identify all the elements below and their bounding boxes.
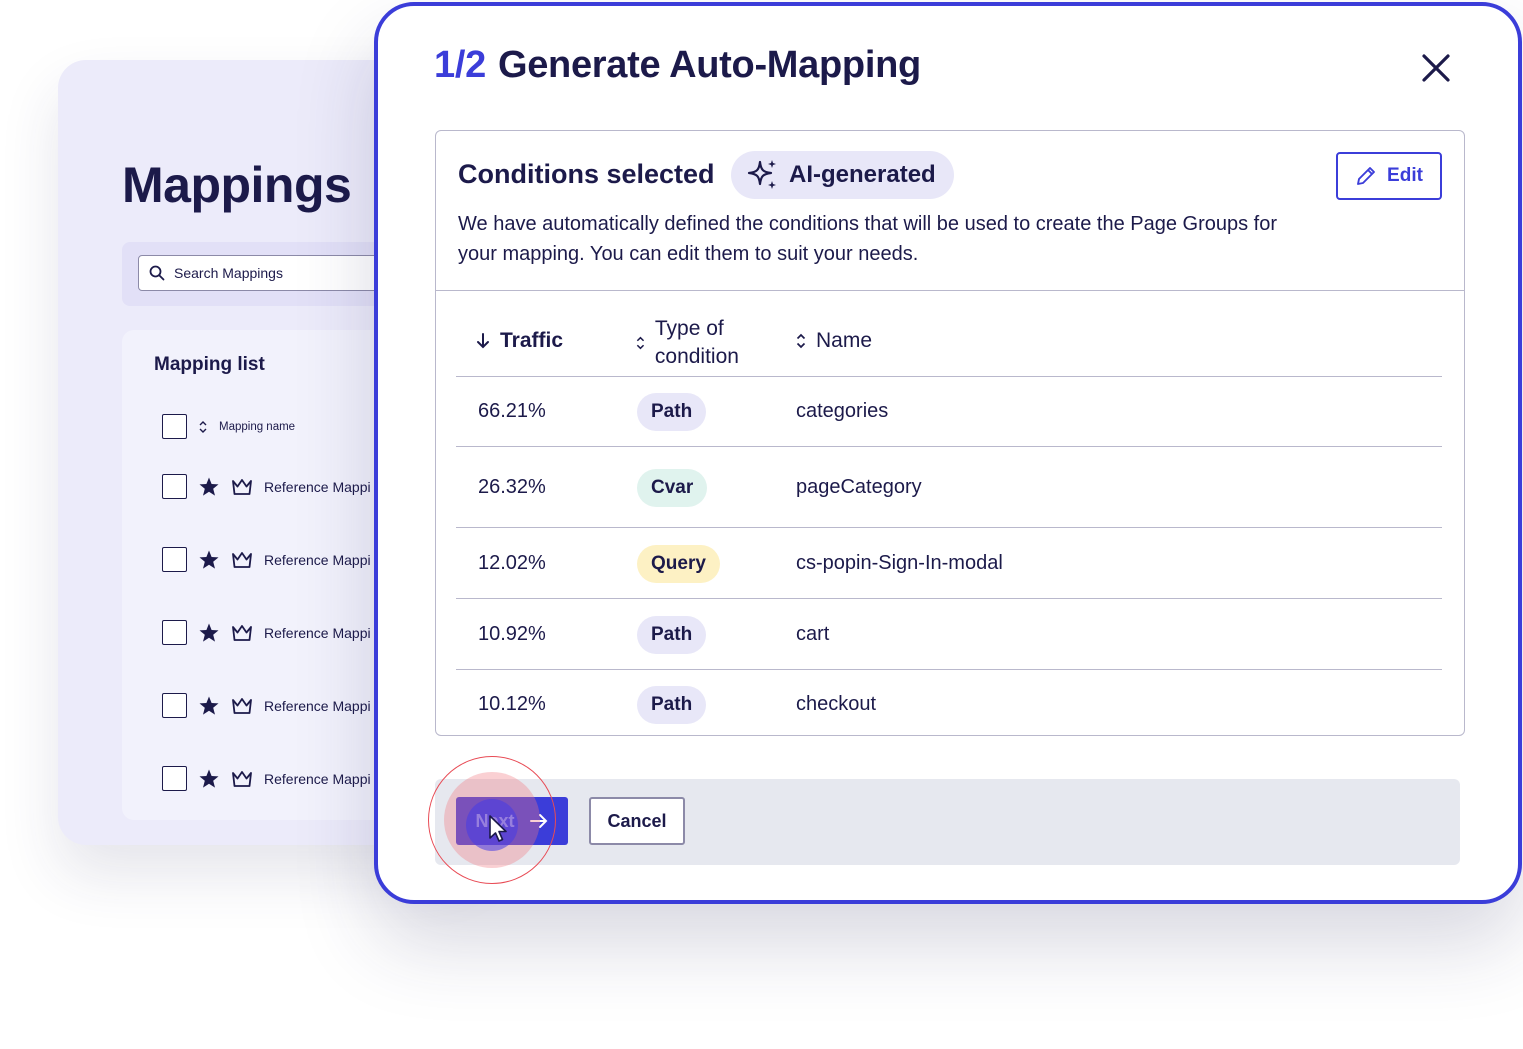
auto-mapping-modal: 1/2 Generate Auto-Mapping Conditions sele… bbox=[374, 2, 1522, 904]
star-icon[interactable] bbox=[198, 695, 220, 717]
edit-label: Edit bbox=[1387, 165, 1423, 186]
mapping-name: Reference Mappi bbox=[264, 624, 371, 641]
traffic-cell: 66.21% bbox=[478, 400, 546, 422]
condition-name-cell: categories bbox=[796, 400, 889, 422]
table-row[interactable]: 26.32% Cvar pageCategory bbox=[456, 447, 1442, 528]
sparkle-icon bbox=[747, 160, 776, 189]
list-item[interactable]: Reference Mappi bbox=[162, 474, 371, 499]
table-header: Traffic Type of condition Name bbox=[456, 291, 1442, 377]
conditions-header: Conditions selected AI-generated Edit We… bbox=[436, 131, 1464, 291]
condition-name-cell: pageCategory bbox=[796, 475, 922, 498]
row-checkbox[interactable] bbox=[162, 620, 187, 645]
ai-generated-label: AI-generated bbox=[789, 161, 936, 188]
close-icon[interactable] bbox=[1418, 50, 1454, 86]
cancel-label: Cancel bbox=[607, 810, 667, 831]
pencil-icon bbox=[1357, 167, 1375, 185]
mapping-name: Reference Mappi bbox=[264, 551, 371, 568]
table-row[interactable]: 10.12% Path checkout bbox=[456, 670, 1442, 735]
condition-type-cell: Path bbox=[637, 686, 707, 724]
table-row[interactable]: 10.92% Path cart bbox=[456, 599, 1442, 670]
traffic-cell: 26.32% bbox=[478, 475, 546, 498]
arrow-right-icon bbox=[529, 814, 547, 828]
condition-name-cell: cs-popin-Sign-In-modal bbox=[796, 551, 1003, 574]
select-all-checkbox[interactable] bbox=[162, 414, 187, 439]
row-checkbox[interactable] bbox=[162, 474, 187, 499]
condition-type-cell: Query bbox=[637, 544, 720, 583]
conditions-description: We have automatically defined the condit… bbox=[458, 213, 1278, 265]
search-placeholder: Search Mappings bbox=[174, 265, 283, 281]
star-icon[interactable] bbox=[198, 549, 220, 571]
star-icon[interactable] bbox=[198, 768, 220, 790]
crown-icon[interactable] bbox=[231, 550, 253, 570]
list-item[interactable]: Reference Mappi bbox=[162, 693, 371, 718]
column-traffic[interactable]: Traffic bbox=[476, 329, 563, 353]
condition-name-cell: checkout bbox=[796, 693, 877, 715]
star-icon[interactable] bbox=[198, 476, 220, 498]
mapping-name: Reference Mappi bbox=[264, 770, 371, 787]
condition-type-pill: Query bbox=[637, 544, 720, 583]
traffic-cell: 12.02% bbox=[478, 551, 546, 574]
column-traffic-label: Traffic bbox=[500, 329, 564, 352]
column-type-label: Type of condition bbox=[654, 317, 739, 368]
column-name[interactable]: Name bbox=[796, 329, 872, 353]
conditions-card: Conditions selected AI-generated Edit We… bbox=[435, 130, 1465, 736]
star-icon[interactable] bbox=[198, 622, 220, 644]
list-item[interactable]: Reference Mappi bbox=[162, 620, 371, 645]
column-name-label: Name bbox=[816, 329, 873, 352]
condition-type-pill: Path bbox=[637, 393, 707, 431]
search-icon bbox=[149, 265, 165, 281]
cancel-button[interactable]: Cancel bbox=[589, 797, 685, 845]
traffic-cell: 10.92% bbox=[478, 622, 546, 645]
sort-icon bbox=[796, 333, 806, 349]
condition-type-pill: Path bbox=[637, 686, 707, 724]
condition-type-pill: Path bbox=[637, 615, 707, 654]
crown-icon[interactable] bbox=[231, 769, 253, 789]
table-row[interactable]: 12.02% Query cs-popin-Sign-In-modal bbox=[456, 528, 1442, 599]
arrow-down-icon bbox=[477, 333, 489, 349]
next-button[interactable]: Next bbox=[456, 797, 568, 845]
condition-type-cell: Path bbox=[637, 615, 707, 654]
modal-title-text: Generate Auto-Mapping bbox=[497, 44, 921, 86]
condition-type-cell: Cvar bbox=[637, 468, 708, 507]
page-title: Mappings bbox=[122, 157, 352, 213]
crown-icon[interactable] bbox=[231, 623, 253, 643]
row-checkbox[interactable] bbox=[162, 693, 187, 718]
sort-icon bbox=[636, 336, 645, 350]
ai-generated-badge: AI-generated bbox=[731, 151, 954, 199]
mapping-list-title: Mapping list bbox=[154, 354, 265, 375]
crown-icon[interactable] bbox=[231, 477, 253, 497]
traffic-cell: 10.12% bbox=[478, 693, 546, 715]
mapping-list-header: Mapping name bbox=[162, 414, 295, 439]
list-item[interactable]: Reference Mappi bbox=[162, 766, 371, 791]
column-type-of-condition[interactable]: Type of condition bbox=[636, 315, 796, 371]
modal-title: 1/2 Generate Auto-Mapping bbox=[434, 44, 921, 87]
row-checkbox[interactable] bbox=[162, 766, 187, 791]
mapping-name: Reference Mappi bbox=[264, 697, 371, 714]
conditions-table: Traffic Type of condition Name 66.21% Pat… bbox=[456, 291, 1442, 735]
list-item[interactable]: Reference Mappi bbox=[162, 547, 371, 572]
condition-type-cell: Path bbox=[637, 393, 707, 431]
condition-type-pill: Cvar bbox=[637, 468, 708, 507]
condition-name-cell: cart bbox=[796, 622, 830, 645]
table-row[interactable]: 66.21% Path categories bbox=[456, 377, 1442, 447]
edit-button[interactable]: Edit bbox=[1336, 152, 1442, 200]
step-indicator: 1/2 bbox=[434, 44, 486, 86]
crown-icon[interactable] bbox=[231, 696, 253, 716]
sort-icon[interactable] bbox=[199, 420, 207, 434]
row-checkbox[interactable] bbox=[162, 547, 187, 572]
mapping-name: Reference Mappi bbox=[264, 478, 371, 495]
next-label: Next bbox=[475, 810, 515, 831]
conditions-title: Conditions selected bbox=[458, 159, 715, 189]
column-mapping-name[interactable]: Mapping name bbox=[219, 421, 295, 433]
